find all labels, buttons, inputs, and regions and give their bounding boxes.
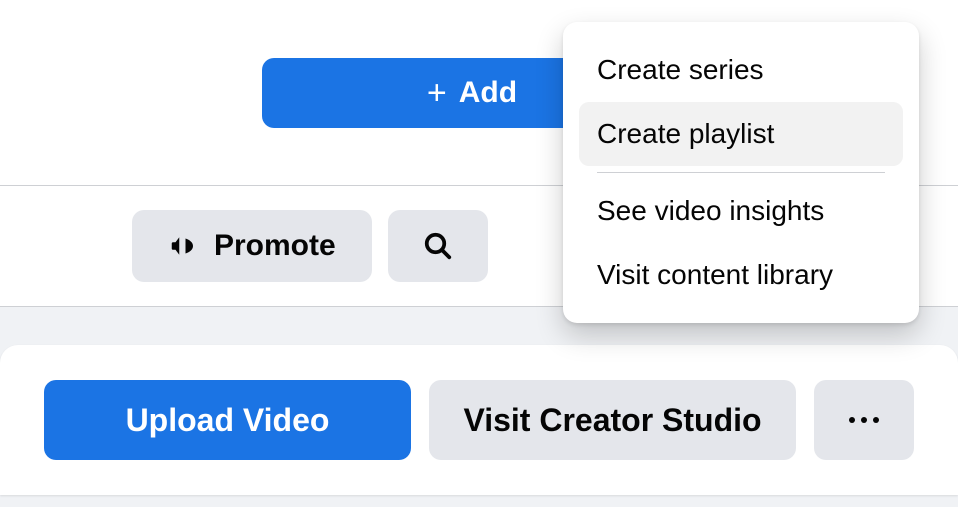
menu-create-series[interactable]: Create series xyxy=(579,38,903,102)
visit-creator-studio-label: Visit Creator Studio xyxy=(463,402,761,439)
upload-video-button[interactable]: Upload Video xyxy=(44,380,411,460)
search-icon xyxy=(423,231,453,261)
upload-video-label: Upload Video xyxy=(126,402,330,439)
menu-create-series-label: Create series xyxy=(597,54,764,85)
bottom-section: Upload Video Visit Creator Studio xyxy=(0,307,958,507)
plus-icon: + xyxy=(427,76,447,110)
menu-see-insights[interactable]: See video insights xyxy=(579,179,903,243)
menu-create-playlist[interactable]: Create playlist xyxy=(579,102,903,166)
dropdown-menu: Create series Create playlist See video … xyxy=(563,22,919,323)
ellipsis-icon xyxy=(849,417,879,423)
search-button[interactable] xyxy=(388,210,488,282)
menu-create-playlist-label: Create playlist xyxy=(597,118,774,149)
more-button[interactable] xyxy=(814,380,914,460)
menu-visit-library[interactable]: Visit content library xyxy=(579,243,903,307)
menu-see-insights-label: See video insights xyxy=(597,195,824,226)
menu-visit-library-label: Visit content library xyxy=(597,259,833,290)
promote-button-label: Promote xyxy=(214,229,336,263)
megaphone-icon xyxy=(168,231,198,261)
promote-button[interactable]: Promote xyxy=(132,210,372,282)
add-button-label: Add xyxy=(459,76,517,110)
action-card: Upload Video Visit Creator Studio xyxy=(0,345,958,495)
menu-divider xyxy=(597,172,885,173)
visit-creator-studio-button[interactable]: Visit Creator Studio xyxy=(429,380,796,460)
